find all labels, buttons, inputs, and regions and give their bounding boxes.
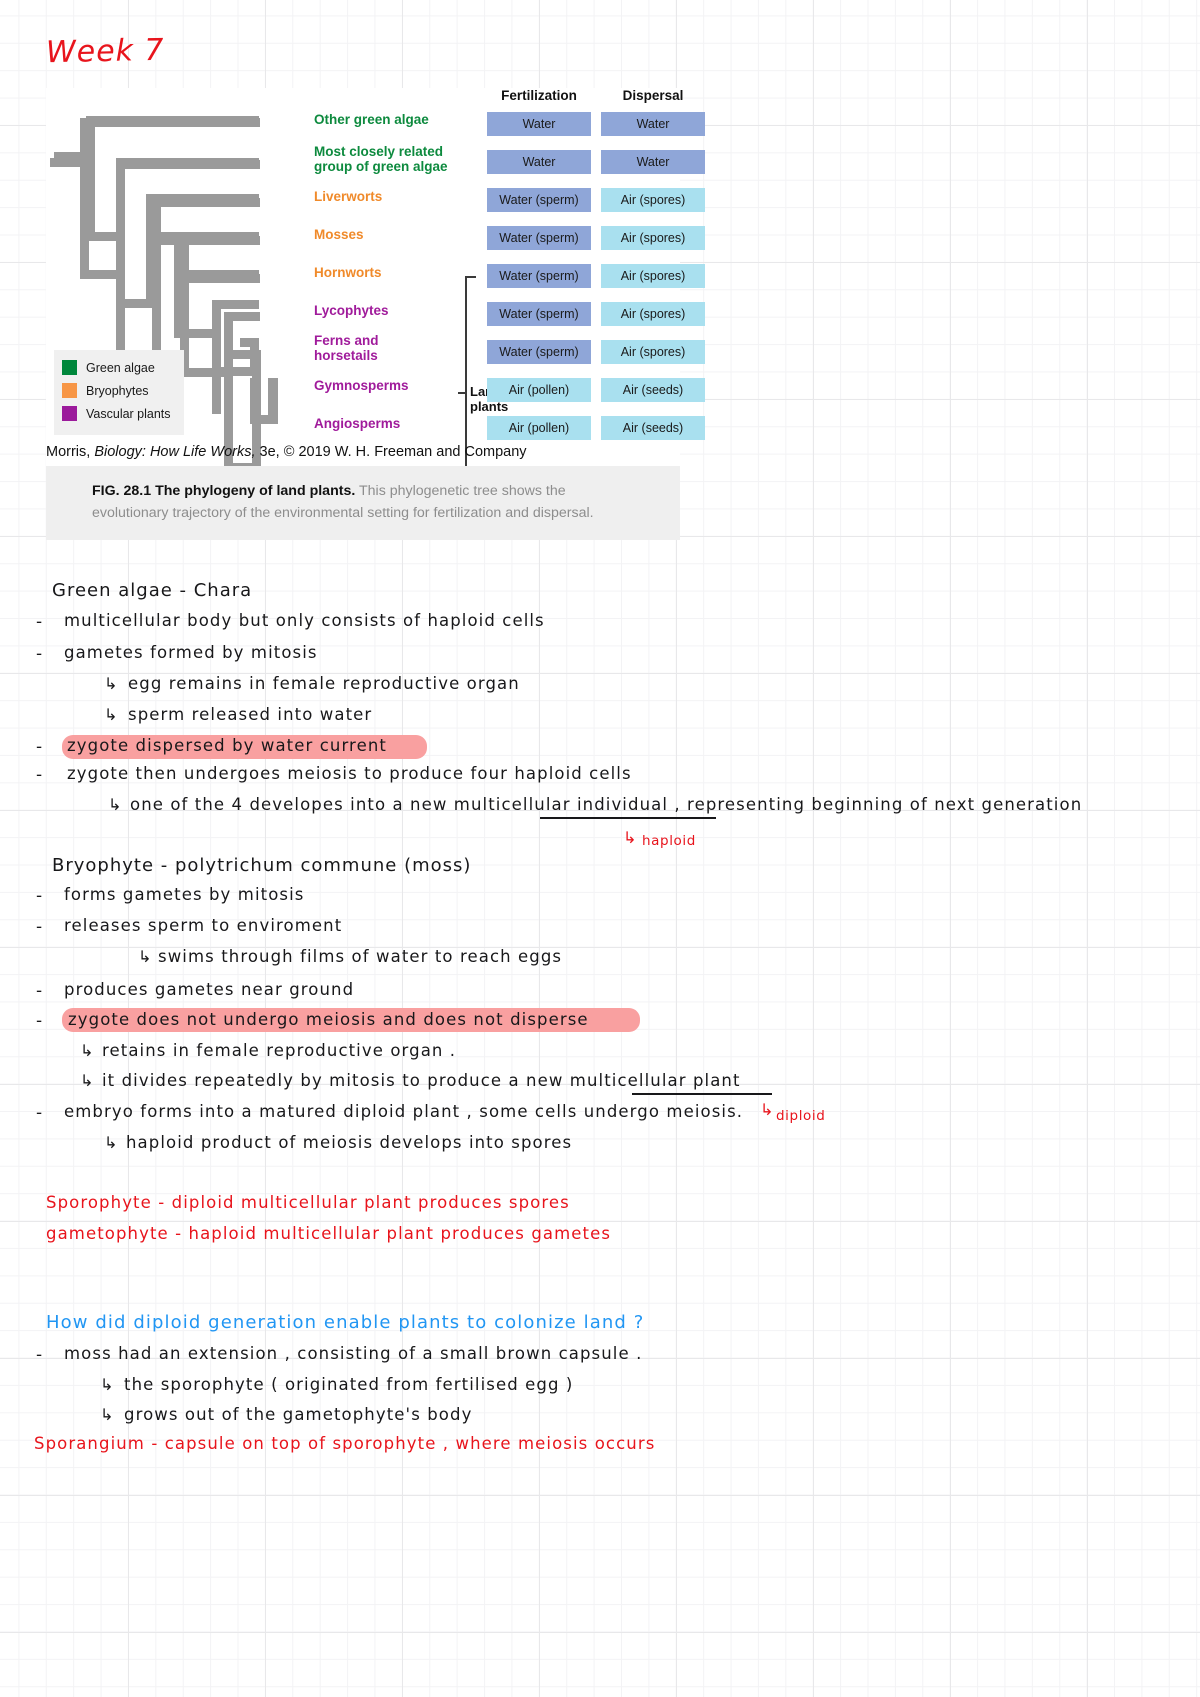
note-line: it divides repeatedly by mitosis to prod…: [102, 1071, 741, 1090]
underline-multicellular-individual: [540, 817, 716, 819]
final-note-sporangium: Sporangium - capsule on top of sporophyt…: [34, 1434, 656, 1453]
note-line: haploid product of meiosis develops into…: [126, 1133, 573, 1152]
sub-arrow-icon: ↳: [100, 1405, 114, 1424]
question-heading: How did diploid generation enable plants…: [46, 1312, 645, 1333]
note-line: grows out of the gametophyte's body: [124, 1405, 473, 1424]
bullet-marker: -: [36, 612, 43, 632]
note-line: embryo forms into a matured diploid plan…: [64, 1102, 744, 1121]
sub-arrow-icon: ↳: [104, 1133, 118, 1152]
sub-arrow-icon: ↳: [100, 1375, 114, 1394]
bullet-marker: -: [36, 765, 43, 785]
sub-arrow-icon: ↳: [104, 674, 118, 693]
note-line: the sporophyte ( originated from fertili…: [124, 1375, 574, 1394]
bullet-marker: -: [36, 981, 43, 1001]
section-heading-bryophyte: Bryophyte - polytrichum commune (moss): [52, 855, 472, 876]
sub-arrow-icon: ↳: [108, 795, 122, 814]
sub-arrow-icon: ↳: [104, 705, 118, 724]
note-line: zygote then undergoes meiosis to produce…: [67, 764, 632, 783]
sub-arrow-icon: ↳: [138, 947, 152, 966]
bullet-marker: -: [36, 886, 43, 906]
note-line: swims through films of water to reach eg…: [158, 947, 563, 966]
sub-arrow-icon: ↳: [80, 1041, 94, 1060]
red-annotation-arrow-icon: ↳: [760, 1100, 774, 1119]
note-line: moss had an extension , consisting of a …: [64, 1344, 643, 1363]
section-heading-green-algae: Green algae - Chara: [52, 580, 253, 601]
note-line-highlighted: zygote does not undergo meiosis and does…: [68, 1010, 589, 1029]
underline-multicellular-plant: [632, 1093, 772, 1095]
definition-sporophyte: Sporophyte - diploid multicellular plant…: [46, 1193, 570, 1212]
note-line: releases sperm to enviroment: [64, 916, 343, 935]
note-line: gametes formed by mitosis: [64, 643, 318, 662]
red-annotation-haploid: haploid: [642, 833, 696, 849]
note-line: one of the 4 developes into a new multic…: [130, 795, 1083, 814]
note-line: sperm released into water: [128, 705, 373, 724]
note-line: produces gametes near ground: [64, 980, 355, 999]
bullet-marker: -: [36, 737, 43, 757]
red-annotation-arrow-icon: ↳: [623, 828, 637, 847]
bullet-marker: -: [36, 1103, 43, 1123]
note-line: retains in female reproductive organ .: [102, 1041, 457, 1060]
sub-arrow-icon: ↳: [80, 1071, 94, 1090]
bullet-marker: -: [36, 1011, 43, 1031]
bullet-marker: -: [36, 644, 43, 664]
bullet-marker: -: [36, 917, 43, 937]
handwritten-notes: Green algae - Chara - multicellular body…: [0, 0, 1200, 1697]
bullet-marker: -: [36, 1345, 43, 1365]
note-line-highlighted: zygote dispersed by water current: [67, 736, 387, 755]
definition-gametophyte: gametophyte - haploid multicellular plan…: [46, 1224, 612, 1243]
note-line: egg remains in female reproductive organ: [128, 674, 520, 693]
note-line: multicellular body but only consists of …: [64, 611, 545, 630]
red-annotation-diploid: diploid: [776, 1108, 826, 1124]
note-line: forms gametes by mitosis: [64, 885, 305, 904]
